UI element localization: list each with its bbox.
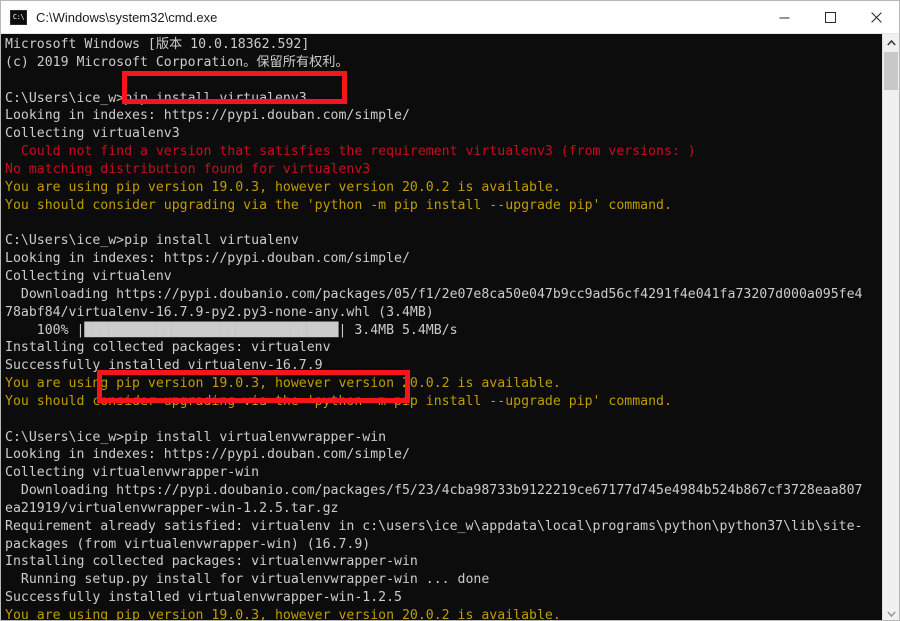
console-line: Installing collected packages: virtualen… [5,554,418,570]
console-line: Downloading https://pypi.doubanio.com/pa… [5,286,863,302]
console-line: 78abf84/virtualenv-16.7.9-py2.py3-none-a… [5,304,434,320]
console-line: (c) 2019 Microsoft Corporation。保留所有权利。 [5,54,349,70]
console-line: Microsoft Windows [版本 10.0.18362.592] [5,37,310,52]
console-line: Installing collected packages: virtualen… [5,340,331,356]
console-area: Microsoft Windows [版本 10.0.18362.592] (c)… [1,34,899,621]
console-line: Looking in indexes: https://pypi.douban.… [5,447,410,463]
title-bar-left: C:\ C:\Windows\system32\cmd.exe [1,9,761,25]
window-title: C:\Windows\system32\cmd.exe [36,9,218,25]
cmd-exe-icon: C:\ [10,9,27,25]
console-line: Could not find a version that satisfies … [5,144,696,160]
console-line: Requirement already satisfied: virtualen… [5,518,863,534]
window-controls [761,1,899,33]
console-line: packages (from virtualenvwrapper-win) (1… [5,536,371,552]
minimize-button[interactable] [761,1,807,33]
console-line: No matching distribution found for virtu… [5,161,371,177]
console-line: Running setup.py install for virtualenvw… [5,572,490,588]
vertical-scrollbar[interactable] [882,34,899,620]
scroll-down-arrow-icon[interactable] [883,605,899,620]
console-line: C:\Users\ice_w>pip install virtualenv3 [5,90,307,106]
console-line: You should consider upgrading via the 'p… [5,197,672,213]
console-output[interactable]: Microsoft Windows [版本 10.0.18362.592] (c)… [1,34,882,621]
console-line: 100% |████████████████████████████████| … [5,322,458,338]
console-line: Looking in indexes: https://pypi.douban.… [5,108,410,124]
console-line: You should consider upgrading via the 'p… [5,393,672,409]
console-line: You are using pip version 19.0.3, howeve… [5,376,561,392]
console-line: C:\Users\ice_w>pip install virtualenvwra… [5,429,387,445]
maximize-button[interactable] [807,1,853,33]
cmd-window: C:\ C:\Windows\system32\cmd.exe Microsof… [0,0,900,621]
console-line: Looking in indexes: https://pypi.douban.… [5,251,410,267]
close-button[interactable] [853,1,899,33]
console-line: You are using pip version 19.0.3, howeve… [5,179,561,195]
scroll-up-arrow-icon[interactable] [883,34,899,51]
console-line: ea21919/virtualenvwrapper-win-1.2.5.tar.… [5,500,339,516]
console-line: Downloading https://pypi.doubanio.com/pa… [5,483,863,499]
console-line: Collecting virtualenv3 [5,126,180,142]
scroll-thumb[interactable] [884,52,898,90]
console-text-lines: Microsoft Windows [版本 10.0.18362.592] (c)… [5,36,882,621]
console-line: Collecting virtualenv [5,268,172,284]
console-line: Successfully installed virtualenvwrapper… [5,590,402,606]
title-bar[interactable]: C:\ C:\Windows\system32\cmd.exe [1,1,899,34]
console-line: You are using pip version 19.0.3, howeve… [5,608,561,621]
console-line: Successfully installed virtualenv-16.7.9 [5,358,323,374]
console-line: Collecting virtualenvwrapper-win [5,465,260,481]
console-line: C:\Users\ice_w>pip install virtualenv [5,233,299,249]
